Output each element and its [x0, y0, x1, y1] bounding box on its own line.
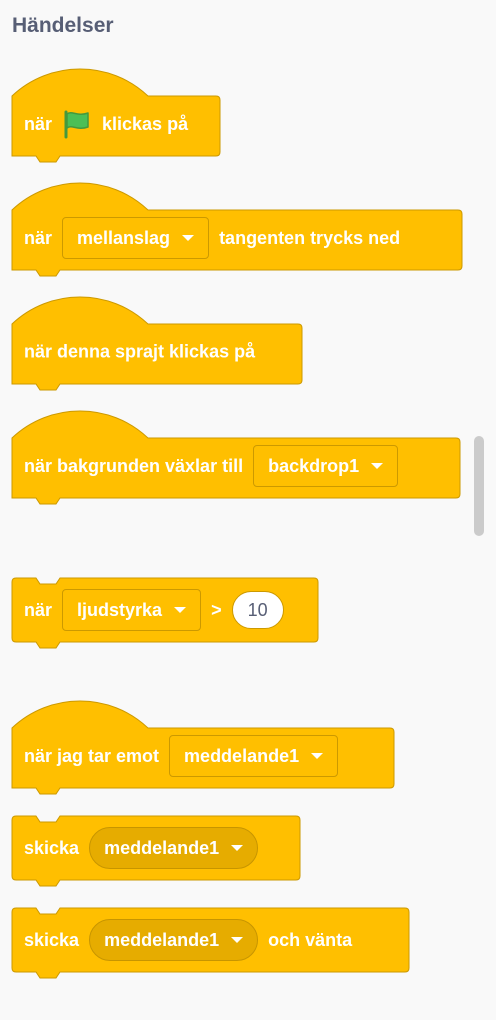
broadcast-and-wait-block[interactable]: skicka meddelande1 och vänta	[11, 907, 410, 979]
block-prefix: när	[24, 599, 53, 620]
category-title: Händelser	[12, 14, 114, 37]
caret-down-icon	[231, 845, 244, 851]
threshold-number-input[interactable]: 10	[231, 591, 284, 629]
when-i-receive-block[interactable]: när jag tar emot meddelande1	[11, 700, 395, 795]
green-flag-icon	[62, 109, 92, 139]
broadcast-block[interactable]: skicka meddelande1	[11, 815, 301, 887]
block-prefix: skicka	[24, 837, 80, 858]
when-sprite-clicked-block[interactable]: när denna sprajt klickas på	[11, 296, 303, 391]
broadcast-message-value: meddelande1	[104, 837, 220, 858]
block-suffix: tangenten trycks ned	[219, 227, 401, 248]
broadcast-wait-message-dropdown[interactable]: meddelande1	[89, 919, 259, 961]
block-content: när denna sprajt klickas på	[24, 342, 255, 363]
block-content: när mellanslag tangenten trycks ned	[24, 217, 400, 259]
message-dropdown[interactable]: meddelande1	[169, 735, 339, 777]
block-content: skicka meddelande1 och vänta	[24, 919, 352, 961]
block-prefix: skicka	[24, 929, 80, 950]
block-content: när bakgrunden växlar till backdrop1	[24, 445, 399, 487]
message-dropdown-value: meddelande1	[184, 745, 300, 766]
block-prefix: när bakgrunden växlar till	[24, 455, 244, 476]
when-backdrop-switches-block[interactable]: när bakgrunden växlar till backdrop1	[11, 410, 461, 505]
key-dropdown[interactable]: mellanslag	[62, 217, 210, 259]
block-suffix: klickas på	[102, 113, 189, 134]
broadcast-wait-message-value: meddelande1	[104, 929, 220, 950]
key-dropdown-value: mellanslag	[77, 227, 171, 248]
caret-down-icon	[371, 463, 384, 469]
block-content: när klickas på	[24, 109, 188, 139]
when-greater-than-block[interactable]: när ljudstyrka > 10	[11, 577, 319, 649]
caret-down-icon	[174, 607, 187, 613]
caret-down-icon	[311, 753, 324, 759]
block-prefix: när	[24, 113, 53, 134]
block-label: när denna sprajt klickas på	[24, 341, 256, 362]
caret-down-icon	[231, 937, 244, 943]
block-content: när jag tar emot meddelande1	[24, 735, 339, 777]
backdrop-dropdown-value: backdrop1	[268, 455, 360, 476]
backdrop-dropdown[interactable]: backdrop1	[253, 445, 399, 487]
when-key-pressed-block[interactable]: när mellanslag tangenten trycks ned	[11, 182, 463, 277]
caret-down-icon	[182, 235, 195, 241]
block-suffix: och vänta	[268, 929, 353, 950]
operator-label: >	[211, 599, 222, 620]
block-content: när ljudstyrka > 10	[24, 589, 284, 631]
block-prefix: när jag tar emot	[24, 745, 160, 766]
sensor-dropdown-value: ljudstyrka	[77, 599, 163, 620]
block-prefix: när	[24, 227, 53, 248]
palette-scrollbar[interactable]	[474, 436, 484, 536]
when-flag-clicked-block[interactable]: när klickas på	[11, 68, 221, 163]
sensor-dropdown[interactable]: ljudstyrka	[62, 589, 202, 631]
broadcast-message-dropdown[interactable]: meddelande1	[89, 827, 259, 869]
block-content: skicka meddelande1	[24, 827, 259, 869]
